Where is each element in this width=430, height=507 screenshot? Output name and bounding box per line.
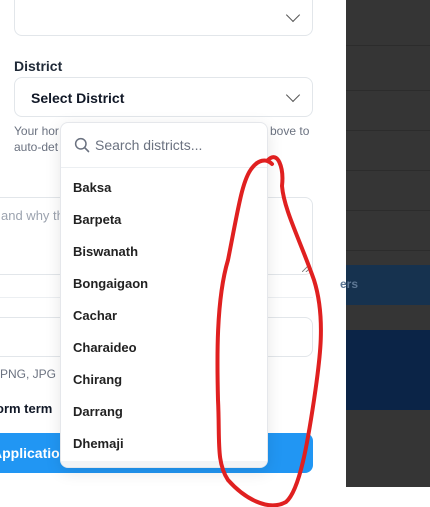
chevron-down-icon <box>285 7 301 23</box>
divider <box>346 250 430 251</box>
background-hero <box>346 330 430 410</box>
divider <box>346 170 430 171</box>
district-option[interactable]: Chirang <box>61 364 267 396</box>
horizontal-scrollbar[interactable] <box>61 461 267 467</box>
district-options-list: Baksa Barpeta Biswanath Bongaigaon Cacha… <box>61 172 267 460</box>
resize-handle[interactable] <box>302 264 310 272</box>
background-footer <box>346 410 430 487</box>
screen: ers District Select District Your hor au… <box>0 0 430 507</box>
district-option[interactable]: Cachar <box>61 300 267 332</box>
chevron-down-icon <box>285 87 301 103</box>
district-label: District <box>14 58 63 74</box>
background-banner: ers <box>340 265 430 305</box>
district-search-input[interactable] <box>95 134 260 156</box>
district-search-row <box>61 123 267 168</box>
previous-select[interactable] <box>14 0 313 36</box>
district-option[interactable]: Darrang <box>61 396 267 428</box>
district-helper-text-2: auto-det <box>14 140 59 154</box>
submit-button-label: Applicatio <box>0 445 60 461</box>
reason-placeholder: and why th <box>1 208 64 223</box>
background-page: ers <box>340 0 430 487</box>
district-select-value: Select District <box>31 90 125 106</box>
district-option[interactable]: Dhemaji <box>61 428 267 460</box>
district-option[interactable]: Baksa <box>61 172 267 204</box>
search-icon <box>74 137 90 153</box>
terms-text: orm term <box>0 401 53 416</box>
district-option[interactable]: Bongaigaon <box>61 268 267 300</box>
divider <box>346 45 430 46</box>
divider <box>346 210 430 211</box>
divider <box>346 90 430 91</box>
district-helper-text-end: bove to <box>270 124 310 138</box>
divider <box>346 130 430 131</box>
district-option[interactable]: Biswanath <box>61 236 267 268</box>
district-option[interactable]: Charaideo <box>61 332 267 364</box>
background-banner-text: ers <box>340 277 359 291</box>
district-dropdown: Baksa Barpeta Biswanath Bongaigaon Cacha… <box>60 122 268 468</box>
district-select[interactable]: Select District <box>14 77 313 117</box>
district-option[interactable]: Barpeta <box>61 204 267 236</box>
district-helper-text: Your hor <box>14 124 59 138</box>
file-hint: PNG, JPG u <box>0 367 67 381</box>
